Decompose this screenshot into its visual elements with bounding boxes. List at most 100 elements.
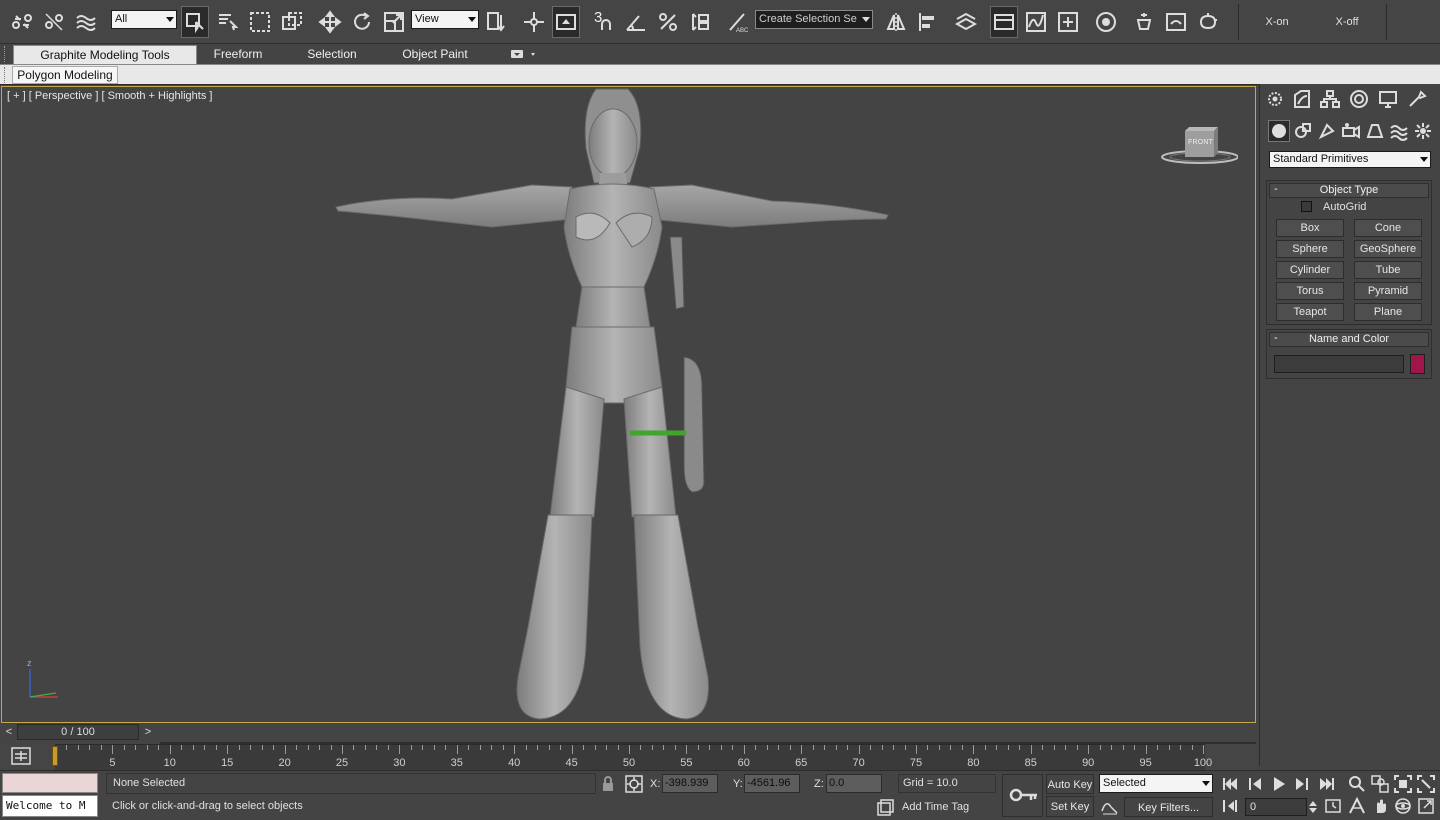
layer-manager-icon[interactable] <box>952 6 980 38</box>
key-mode-toggle-icon[interactable] <box>1219 795 1241 817</box>
systems-icon[interactable] <box>1412 120 1434 142</box>
motion-tab-icon[interactable] <box>1348 88 1370 110</box>
bind-space-warp-icon[interactable] <box>72 6 100 38</box>
next-frame-icon[interactable] <box>1290 773 1312 795</box>
cameras-icon[interactable] <box>1340 120 1362 142</box>
tab-selection[interactable]: Selection <box>292 45 372 64</box>
align-icon[interactable] <box>914 6 942 38</box>
time-slider-prev-button[interactable]: < <box>1 724 17 740</box>
spinner-snap-icon[interactable] <box>686 6 714 38</box>
select-object-icon[interactable] <box>181 6 209 38</box>
time-slider-next-button[interactable]: > <box>140 724 156 740</box>
set-keys-key-button[interactable] <box>1002 774 1043 817</box>
teapot-button[interactable]: Teapot <box>1276 303 1344 321</box>
maximize-viewport-icon[interactable] <box>1415 795 1437 817</box>
viewcube[interactable]: FRONT <box>1158 123 1239 167</box>
object-type-rollout-title[interactable]: - Object Type <box>1269 183 1429 198</box>
angle-snap-icon[interactable] <box>622 6 650 38</box>
current-frame-marker[interactable] <box>52 746 58 766</box>
lights-icon[interactable] <box>1316 120 1338 142</box>
cylinder-button[interactable]: Cylinder <box>1276 261 1344 279</box>
key-filters-button[interactable]: Key Filters... <box>1124 797 1213 817</box>
field-of-view-icon[interactable] <box>1346 795 1368 817</box>
edit-named-selection-icon[interactable]: ABC <box>724 6 752 38</box>
track-bar[interactable]: 5 10 15 20 25 30 35 40 45 50 55 60 65 70 75 80 85 90 95 100 <box>0 744 1258 770</box>
selection-filter-dropdown[interactable]: All <box>111 10 177 29</box>
hierarchy-tab-icon[interactable] <box>1319 88 1341 110</box>
auto-key-button[interactable]: Auto Key <box>1046 774 1094 794</box>
pivot-center-icon[interactable] <box>482 6 510 38</box>
ribbon-options-icon[interactable] <box>510 48 538 60</box>
pan-view-icon[interactable] <box>1369 795 1391 817</box>
material-editor-icon[interactable] <box>1092 6 1120 38</box>
timeline-ruler[interactable]: 5 10 15 20 25 30 35 40 45 50 55 60 65 70 75 80 85 90 95 100 <box>52 744 1212 770</box>
curve-editor-icon[interactable] <box>1022 6 1050 38</box>
scale-icon[interactable] <box>380 6 408 38</box>
cone-button[interactable]: Cone <box>1354 219 1422 237</box>
x-coord-field[interactable]: -398.939 <box>662 774 718 793</box>
tab-freeform[interactable]: Freeform <box>200 45 276 64</box>
rectangular-selection-icon[interactable] <box>246 6 274 38</box>
current-frame-field[interactable]: 0 <box>1245 798 1307 816</box>
maxscript-listener-input[interactable]: Welcome to M <box>2 795 98 817</box>
display-tab-icon[interactable] <box>1377 88 1399 110</box>
zoom-extents-all-icon[interactable] <box>1415 773 1437 795</box>
perspective-viewport[interactable]: [ + ] [ Perspective ] [ Smooth + Highlig… <box>1 86 1256 723</box>
set-key-button[interactable]: Set Key <box>1046 796 1094 817</box>
x-on-button[interactable]: X-on <box>1244 6 1310 38</box>
go-to-end-icon[interactable] <box>1316 773 1338 795</box>
go-to-start-icon[interactable] <box>1219 773 1241 795</box>
render-setup-icon[interactable] <box>1130 6 1158 38</box>
rotate-icon[interactable] <box>348 6 376 38</box>
tab-object-paint[interactable]: Object Paint <box>390 45 480 64</box>
time-slider-thumb[interactable]: 0 / 100 <box>17 724 139 740</box>
object-color-swatch[interactable] <box>1410 354 1425 374</box>
character-model[interactable] <box>332 87 892 723</box>
geosphere-button[interactable]: GeoSphere <box>1354 240 1422 258</box>
window-crossing-icon[interactable] <box>278 6 306 38</box>
zoom-icon[interactable] <box>1346 773 1368 795</box>
default-tangent-icon[interactable] <box>1099 797 1121 817</box>
rendered-frame-window-icon[interactable] <box>1162 6 1190 38</box>
pyramid-button[interactable]: Pyramid <box>1354 282 1422 300</box>
time-slider[interactable]: < 0 / 100 > <box>0 724 160 740</box>
add-time-tag-button[interactable]: Add Time Tag <box>898 797 996 817</box>
ribbon-grip[interactable] <box>4 67 7 83</box>
graphite-toggle-icon[interactable] <box>990 6 1018 38</box>
absolute-mode-icon[interactable] <box>624 774 644 794</box>
shapes-icon[interactable] <box>1292 120 1314 142</box>
x-off-button[interactable]: X-off <box>1314 6 1380 38</box>
utilities-tab-icon[interactable] <box>1406 88 1428 110</box>
orbit-icon[interactable] <box>1392 795 1414 817</box>
name-color-rollout-title[interactable]: - Name and Color <box>1269 332 1429 347</box>
tube-button[interactable]: Tube <box>1354 261 1422 279</box>
box-button[interactable]: Box <box>1276 219 1344 237</box>
named-selection-dropdown[interactable]: Create Selection Se <box>755 10 873 29</box>
ribbon-grip[interactable] <box>4 46 7 62</box>
plane-button[interactable]: Plane <box>1354 303 1422 321</box>
space-warps-icon[interactable] <box>1388 120 1410 142</box>
sphere-button[interactable]: Sphere <box>1276 240 1344 258</box>
sub-tab-polygon-modeling[interactable]: Polygon Modeling <box>12 66 118 84</box>
tab-graphite-modeling-tools[interactable]: Graphite Modeling Tools <box>13 45 197 64</box>
maxscript-listener-top[interactable] <box>2 773 98 793</box>
autogrid-checkbox[interactable] <box>1301 201 1312 212</box>
mini-curve-editor-icon[interactable] <box>10 746 32 766</box>
helpers-icon[interactable] <box>1364 120 1386 142</box>
previous-frame-icon[interactable] <box>1245 773 1267 795</box>
zoom-extents-icon[interactable] <box>1392 773 1414 795</box>
link-icon[interactable] <box>8 6 36 38</box>
play-icon[interactable] <box>1268 773 1290 795</box>
selection-lock-icon[interactable] <box>600 775 616 793</box>
z-coord-field[interactable]: 0.0 <box>826 774 882 793</box>
y-coord-field[interactable]: -4561.96 <box>744 774 800 793</box>
object-name-input[interactable] <box>1274 355 1404 373</box>
render-production-icon[interactable] <box>1194 6 1222 38</box>
keyboard-shortcut-override-icon[interactable] <box>552 6 580 38</box>
viewport-label[interactable]: [ + ] [ Perspective ] [ Smooth + Highlig… <box>7 90 212 102</box>
select-by-name-icon[interactable] <box>214 6 242 38</box>
reference-coord-dropdown[interactable]: View <box>411 10 479 29</box>
schematic-view-icon[interactable] <box>1054 6 1082 38</box>
frame-spinner[interactable] <box>1308 798 1318 816</box>
modify-tab-icon[interactable] <box>1291 88 1313 110</box>
